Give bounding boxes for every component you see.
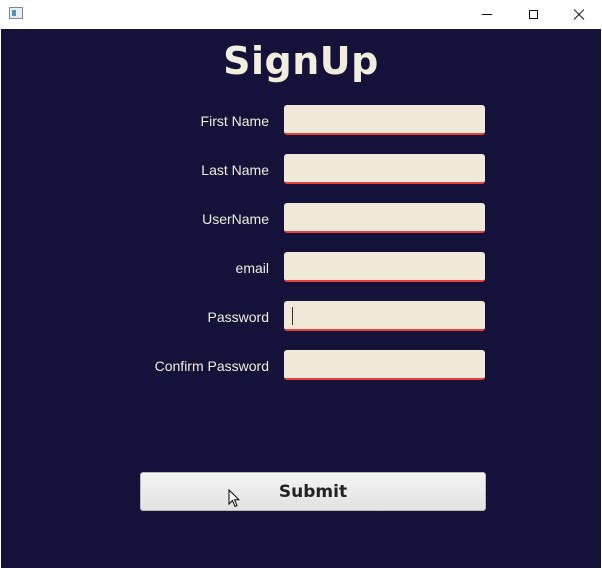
- last-name-field[interactable]: [284, 154, 485, 184]
- maximize-button[interactable]: [510, 0, 556, 29]
- form-row-last-name: Last Name: [1, 154, 601, 187]
- minimize-button[interactable]: [464, 0, 510, 29]
- first-name-label: First Name: [200, 113, 269, 129]
- form-row-password: Password: [1, 301, 601, 334]
- close-icon: [573, 9, 585, 21]
- title-bar[interactable]: [0, 0, 602, 29]
- text-caret: [292, 307, 293, 325]
- username-field[interactable]: [284, 203, 485, 233]
- minimize-icon: [482, 14, 492, 15]
- app-window-icon: [9, 7, 23, 19]
- form-row-confirm-password: Confirm Password: [1, 350, 601, 383]
- page-title: SignUp: [223, 39, 379, 83]
- last-name-label: Last Name: [201, 162, 269, 178]
- signup-panel: SignUp First Name Last Name UserName ema…: [1, 29, 601, 568]
- mouse-pointer-icon: [228, 489, 240, 508]
- maximize-icon: [528, 10, 538, 19]
- confirm-password-label: Confirm Password: [154, 358, 269, 374]
- first-name-field[interactable]: [284, 105, 485, 135]
- form-row-email: email: [1, 252, 601, 285]
- password-label: Password: [207, 309, 269, 325]
- password-field[interactable]: [284, 301, 485, 331]
- close-button[interactable]: [556, 0, 602, 29]
- form-row-username: UserName: [1, 203, 601, 236]
- username-label: UserName: [202, 211, 269, 227]
- email-label: email: [235, 260, 269, 276]
- confirm-password-field[interactable]: [284, 350, 485, 380]
- form-row-first-name: First Name: [1, 105, 601, 138]
- submit-button[interactable]: Submit: [140, 472, 486, 511]
- email-field[interactable]: [284, 252, 485, 282]
- app-window: SignUp First Name Last Name UserName ema…: [0, 0, 602, 574]
